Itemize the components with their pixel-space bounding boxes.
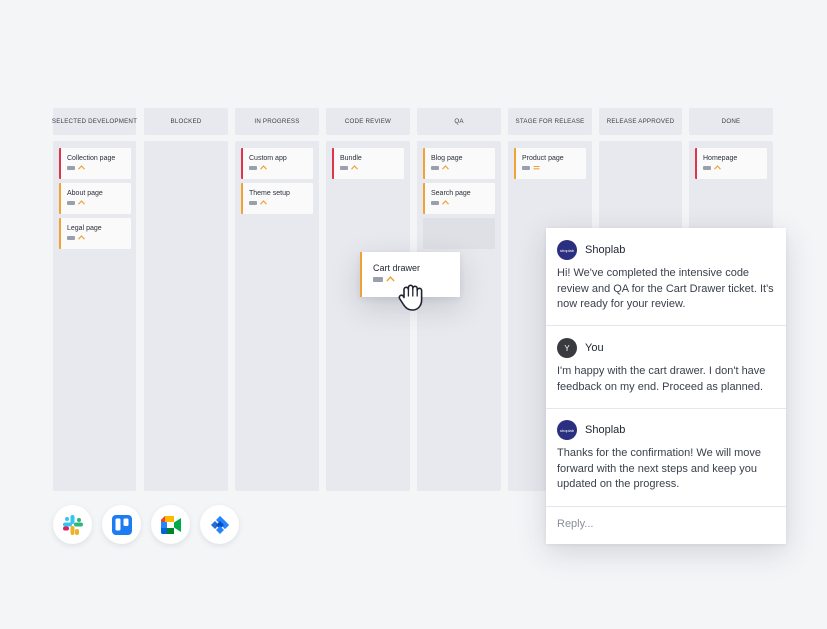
column-code-review: Bundle — [326, 141, 410, 491]
drop-placeholder — [423, 218, 495, 249]
tag-pill — [522, 165, 530, 170]
tag-pill — [340, 165, 348, 170]
column-header-code-review: CODE REVIEW — [326, 108, 410, 135]
dragged-task-card-title: Cart drawer — [373, 263, 421, 273]
tag-pill — [249, 200, 257, 205]
task-card[interactable]: Blog page — [423, 148, 495, 179]
task-card-meta — [703, 165, 767, 170]
avatar: Y — [557, 338, 577, 358]
chat-message: shoplab Shoplab Thanks for the confirmat… — [546, 408, 786, 506]
reply-input[interactable]: Reply... — [557, 518, 593, 530]
message-text: Thanks for the confirmation! We will mov… — [557, 447, 761, 490]
tag-pill — [703, 165, 711, 170]
slack-icon[interactable] — [53, 505, 92, 544]
column-qa: Blog page Search page — [417, 141, 501, 491]
priority-equal-icon — [533, 165, 540, 170]
column-header-in-progress: IN PROGRESS — [235, 108, 319, 135]
priority-chevron-icon — [78, 165, 85, 170]
jira-icon[interactable] — [200, 505, 239, 544]
column-header-selected-development: SELECTED DEVELOPMENT — [52, 108, 137, 135]
task-card-title: Homepage — [703, 155, 738, 162]
column-in-progress: Custom app Theme setup — [235, 141, 319, 491]
chat-message-header: shoplab Shoplab — [557, 240, 775, 260]
column-header-qa: QA — [417, 108, 501, 135]
task-card-title: Custom app — [249, 155, 287, 162]
chat-message: shoplab Shoplab Hi! We've completed the … — [546, 228, 786, 326]
priority-chevron-icon — [386, 276, 395, 282]
message-text: I'm happy with the cart drawer. I don't … — [557, 365, 766, 393]
task-card-title: Bundle — [340, 155, 362, 162]
task-card-title: Product page — [522, 155, 564, 162]
divider — [546, 506, 786, 507]
tag-pill — [67, 200, 75, 205]
google-meet-icon[interactable] — [151, 505, 190, 544]
priority-chevron-icon — [78, 235, 85, 240]
chat-message: Y You I'm happy with the cart drawer. I … — [546, 326, 786, 408]
column-blocked — [144, 141, 228, 491]
task-card[interactable]: Custom app — [241, 148, 313, 179]
message-text: Hi! We've completed the intensive code r… — [557, 267, 774, 310]
task-card-meta — [67, 235, 131, 240]
tag-pill — [249, 165, 257, 170]
tag-pill — [67, 165, 75, 170]
priority-chevron-icon — [78, 200, 85, 205]
tag-pill — [67, 235, 75, 240]
task-card[interactable]: Search page — [423, 183, 495, 214]
tag-pill — [431, 165, 439, 170]
task-card-title: Search page — [431, 190, 471, 197]
chat-message-header: shoplab Shoplab — [557, 420, 775, 440]
task-card[interactable]: About page — [59, 183, 131, 214]
task-card[interactable]: Product page — [514, 148, 586, 179]
task-card-title: Blog page — [431, 155, 463, 162]
column-header-done: DONE — [689, 108, 773, 135]
priority-chevron-icon — [260, 200, 267, 205]
sender-name: You — [585, 342, 604, 354]
column-selected-development: Collection page About page Legal page — [53, 141, 136, 491]
task-card-meta — [340, 165, 404, 170]
task-card-title: Theme setup — [249, 190, 290, 197]
sender-name: Shoplab — [585, 424, 626, 436]
task-card[interactable]: Bundle — [332, 148, 404, 179]
column-header-blocked: BLOCKED — [144, 108, 228, 135]
task-card[interactable]: Legal page — [59, 218, 131, 249]
avatar: shoplab — [557, 420, 577, 440]
grab-hand-icon — [398, 284, 423, 311]
task-card[interactable]: Collection page — [59, 148, 131, 179]
task-card-meta — [67, 165, 131, 170]
task-card-meta — [67, 200, 131, 205]
priority-chevron-icon — [442, 200, 449, 205]
task-card[interactable]: Homepage — [695, 148, 767, 179]
task-card-title: Legal page — [67, 225, 102, 232]
task-card-title: Collection page — [67, 155, 116, 162]
tag-pill — [431, 200, 439, 205]
task-card-meta — [249, 200, 313, 205]
task-card[interactable]: Theme setup — [241, 183, 313, 214]
priority-chevron-icon — [442, 165, 449, 170]
trello-icon[interactable] — [102, 505, 141, 544]
column-header-stage-for-release: STAGE FOR RELEASE — [508, 108, 592, 135]
priority-chevron-icon — [351, 165, 358, 170]
integrations-bar — [53, 505, 239, 544]
task-card-meta — [431, 200, 495, 205]
chat-message-header: Y You — [557, 338, 775, 358]
priority-chevron-icon — [260, 165, 267, 170]
avatar: shoplab — [557, 240, 577, 260]
task-card-meta — [522, 165, 586, 170]
task-card-title: About page — [67, 190, 103, 197]
tag-pill — [373, 276, 383, 282]
task-card-meta — [249, 165, 313, 170]
column-header-release-approved: RELEASE APPROVED — [599, 108, 682, 135]
sender-name: Shoplab — [585, 244, 626, 256]
task-card-meta — [431, 165, 495, 170]
chat-panel: shoplab Shoplab Hi! We've completed the … — [546, 228, 786, 544]
priority-chevron-icon — [714, 165, 721, 170]
